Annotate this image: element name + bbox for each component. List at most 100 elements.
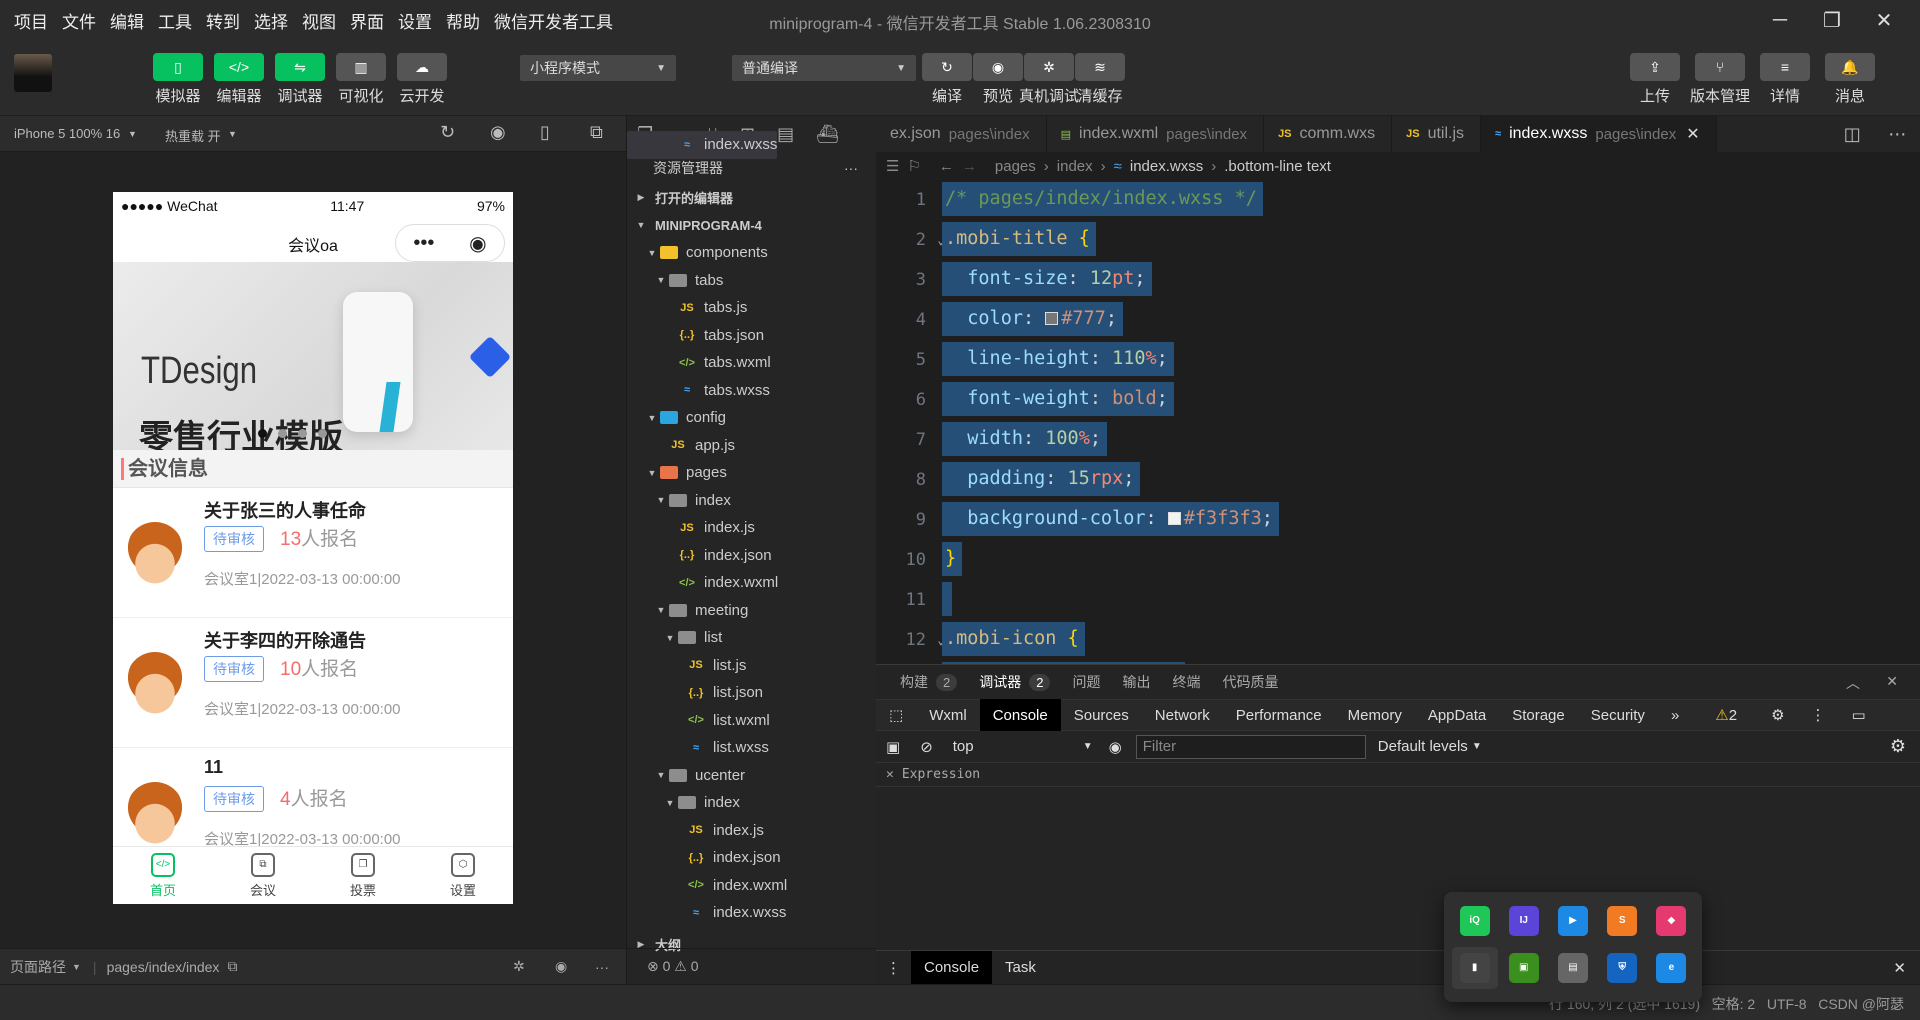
file-item[interactable]: JS index.js [627,514,876,542]
window-icon[interactable]: ▤ [1557,952,1588,983]
code-area[interactable]: 1 /* pages/index/index.wxss */ 2 ⌄ .mobi-tit… [876,180,1920,664]
panel-tab[interactable]: 构建 2 [900,672,958,692]
toolbar-button[interactable]: ≡ 详情 [1755,53,1815,106]
devtools-tab[interactable]: Sources [1061,699,1142,731]
undock-icon[interactable]: ▭ [1839,699,1879,731]
restore-icon[interactable]: ❐ [1806,6,1858,34]
levels-select[interactable]: Default levels [1378,738,1468,755]
minimize-icon[interactable]: ─ [1754,6,1806,34]
eye-icon[interactable]: ◉ [555,958,567,975]
file-item[interactable]: </> index.wxml [627,569,876,597]
context-select[interactable]: top [953,738,1083,755]
settings-icon[interactable]: ⚙ [1758,699,1797,731]
toolbar-button[interactable]: ▯ 模拟器 [148,53,208,106]
more-icon[interactable]: ⋮ [1798,699,1839,731]
collapse-icon[interactable]: ︿ [1846,673,1860,693]
file-item[interactable]: JS app.js [627,432,876,460]
phone-icon[interactable]: ▯ [540,122,550,143]
editor-tab[interactable]: JS util.js [1392,116,1482,152]
banner-swiper[interactable]: TDesign 零售行业模版 [113,262,513,450]
folder-item[interactable]: ▼ index [627,487,876,515]
file-item[interactable]: ≈ list.wxss [627,734,876,762]
toolbar-button[interactable]: </> 编辑器 [209,53,269,106]
folder-item[interactable]: ▼ index [627,789,876,817]
tray-slot[interactable]: ▮ [1451,946,1498,989]
iqiyi-icon[interactable]: iQ [1459,905,1490,936]
tab-settings[interactable]: ⬡ 设置 [413,847,513,904]
panel-icon[interactable]: ▤ [777,124,794,145]
folder-item[interactable]: ▼ config [627,404,876,432]
tray-slot[interactable]: ▤ [1557,952,1588,983]
devtools-tab[interactable]: Console [979,699,1061,731]
folder-item[interactable]: ▼ pages [627,459,876,487]
menu-item[interactable]: 选择 [254,8,288,33]
devtools-tab[interactable]: Performance [1223,699,1335,731]
stop-icon[interactable]: ◉ [490,122,506,143]
folder-item[interactable]: ▼ list [627,624,876,652]
refresh-icon[interactable]: ↻ [440,122,455,143]
menu-item[interactable]: 项目 [14,8,48,33]
menu-item[interactable]: 转到 [206,8,240,33]
file-item[interactable]: ≈ tabs.wxss [627,377,876,405]
tray-slot[interactable]: S [1607,905,1638,936]
editor-tab[interactable]: ex.json pages\index [876,116,1047,152]
devtools-tab[interactable]: AppData [1415,699,1499,731]
file-item[interactable]: {..} index.json [627,844,876,872]
nvidia-icon[interactable]: ▣ [1508,952,1539,983]
tab-home[interactable]: </> 首页 [113,847,213,904]
tab-vote[interactable]: ❐ 投票 [313,847,413,904]
meeting-list-item[interactable]: 关于张三的人事任命 待审核 13人报名 会议室1|2022-03-13 00:00:0… [113,488,513,618]
more-tabs-icon[interactable]: » [1658,699,1692,731]
project-section[interactable]: ▼ MINIPROGRAM-4 [627,212,876,240]
file-item[interactable]: ≈ index.wxss [627,899,876,927]
thunder-icon[interactable]: ▶ [1557,905,1588,936]
avatar[interactable] [14,54,52,92]
menu-item[interactable]: 编辑 [110,8,144,33]
toolbar-button[interactable]: ⇪ 上传 [1625,53,1685,106]
close-icon[interactable]: ✕ [1893,959,1906,977]
file-item[interactable]: </> list.wxml [627,707,876,735]
pin-icon[interactable]: ▮ [1459,952,1490,983]
sublime-icon[interactable]: S [1607,905,1638,936]
devtools-tab[interactable]: Security [1578,699,1658,731]
panel-tab[interactable]: 终端 [1172,672,1200,692]
toolbar-button[interactable]: ⑂ 版本管理 [1690,53,1750,106]
open-editors-section[interactable]: ▶ 打开的编辑器 [627,184,876,212]
settings-icon[interactable]: ⚙ [1890,736,1906,757]
problems-indicator[interactable]: ⊗ 0 ⚠ 0 [627,948,877,984]
drawer-tab[interactable]: Task [992,951,1049,985]
swiper-dot[interactable] [298,429,307,438]
close-icon[interactable]: ✕ [1858,6,1910,34]
toolbar-button[interactable]: ☁ 云开发 [392,53,452,106]
compile-select[interactable]: 普通编译 ▼ [732,55,916,81]
folder-item[interactable]: ▼ meeting [627,597,876,625]
toolbar-button[interactable]: ≋ 清缓存 [1070,53,1130,106]
toolbar-button[interactable]: ▥ 可视化 [331,53,391,106]
panel-tab[interactable]: 代码质量 [1222,672,1278,692]
devtools-tab[interactable]: Memory [1335,699,1415,731]
breadcrumb-item[interactable]: .bottom-line text [1224,158,1331,175]
close-mini-icon[interactable]: ◉ [469,231,486,256]
eye-icon[interactable]: ◉ [1109,738,1122,756]
docker-icon[interactable]: ⛴ [816,124,839,145]
devtools-tab[interactable]: Wxml [916,699,980,731]
security-icon[interactable]: ⛨ [1607,952,1638,983]
device-select[interactable]: iPhone 5 100% 16 [14,126,120,141]
menu-item[interactable]: 界面 [350,8,384,33]
breadcrumb-item[interactable]: index [1057,158,1093,175]
close-icon[interactable]: ✕ [886,767,894,782]
file-item[interactable]: JS tabs.js [627,294,876,322]
toolbar-button[interactable]: 🔔 消息 [1820,53,1880,106]
warning-badge[interactable]: ⚠ 2 [1702,699,1750,731]
tray-slot[interactable]: ◆ [1656,905,1687,936]
bookmark-icon[interactable]: ⚐ [907,157,920,175]
devtools-tab[interactable]: Network [1142,699,1223,731]
more-icon[interactable]: ··· [844,160,858,176]
panel-tab[interactable]: 输出 [1122,672,1150,692]
menu-item[interactable]: 文件 [62,8,96,33]
toolbar-button[interactable]: ⇋ 调试器 [270,53,330,106]
devtools-tab[interactable]: Storage [1499,699,1578,731]
tray-slot[interactable]: e [1656,952,1687,983]
more-icon[interactable]: ⋯ [1888,124,1906,145]
copy-icon[interactable]: ⧉ [227,958,237,975]
